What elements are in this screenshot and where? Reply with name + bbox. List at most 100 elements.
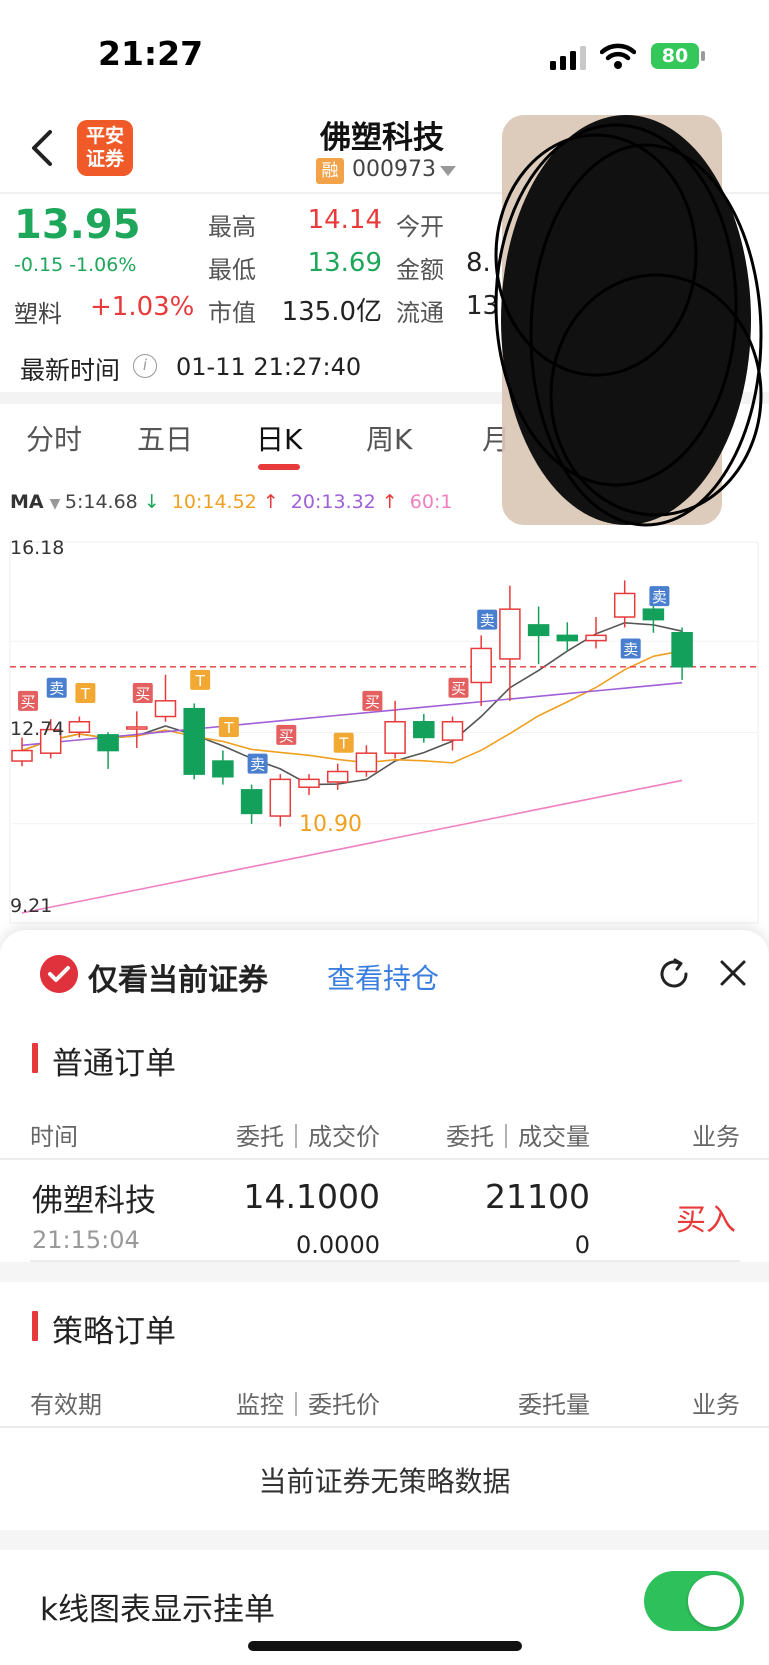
trade-marker-label: 买 (20, 693, 35, 711)
trade-marker-label: 卖 (623, 640, 638, 658)
candle-body (154, 700, 177, 718)
trade-marker-label: 卖 (480, 612, 495, 630)
open-label: 今开 (396, 213, 444, 241)
sector-name[interactable]: 塑料 (14, 294, 62, 329)
ma60-line (21, 779, 683, 914)
order-side: 买入 (676, 1203, 736, 1238)
ma20-value: 20:13.32 (290, 491, 376, 513)
float-label: 流通 (396, 299, 444, 327)
ma5-value: 5:14.68 (64, 491, 138, 513)
broker-logo-text: 平安 证券 (85, 125, 124, 170)
latest-time-label: 最新时间 (20, 356, 121, 385)
candle-body (556, 634, 579, 642)
chevron-down-icon[interactable] (440, 166, 456, 176)
sector-change[interactable]: +1.03% (90, 292, 194, 322)
trade-marker-label: 卖 (652, 588, 667, 606)
ma10-value: 10:14.52 (171, 491, 257, 513)
kline-chart[interactable]: 买卖 T 买TT卖买 T买买卖卖卖 (0, 530, 769, 930)
latest-time-value: 01-11 21:27:40 (176, 353, 362, 381)
candle-body (470, 647, 492, 684)
candle-body (441, 721, 464, 741)
order-fill-price: 0.0000 (296, 1231, 380, 1259)
ma60-value: 60:1 (409, 491, 453, 513)
order-qty: 21100 (485, 1177, 590, 1216)
order-fill-qty: 0 (574, 1231, 590, 1259)
col-time: 时间 (30, 1123, 78, 1151)
section-marker (32, 1043, 38, 1073)
trade-marker-label: 卖 (250, 756, 265, 774)
tab-intraday[interactable]: 分时 (26, 418, 82, 458)
candle-body (11, 749, 33, 762)
ma-legend[interactable]: MA ▼ 5:14.68 ↓ 10:14.52 ↑ 20:13.32 ↑ 60:… (10, 491, 452, 513)
candle-body (413, 721, 435, 739)
divider (0, 1426, 769, 1428)
col-price: 委托｜成交价 (236, 1123, 380, 1151)
candle-body (183, 707, 205, 775)
col-business: 业务 (692, 1123, 740, 1151)
low-value: 13.69 (307, 248, 382, 278)
home-indicator[interactable] (248, 1641, 522, 1651)
normal-orders-title: 普通订单 (52, 1046, 176, 1082)
tab-five-day[interactable]: 五日 (137, 418, 193, 458)
tab-weekly-k[interactable]: 周K (366, 418, 412, 458)
strategy-empty-message: 当前证券无策略数据 (258, 1465, 511, 1498)
info-icon[interactable]: i (133, 354, 157, 378)
col-strategy-qty: 委托量 (518, 1391, 590, 1419)
view-holdings-link[interactable]: 查看持仓 (327, 957, 439, 997)
trade-marker-label: 买 (365, 693, 380, 711)
order-price: 14.1000 (243, 1177, 380, 1216)
wifi-icon (600, 43, 636, 69)
broker-logo: 平安 证券 (77, 120, 133, 176)
candle-body (613, 592, 636, 618)
candle-body (97, 734, 119, 752)
order-time: 21:15:04 (32, 1226, 140, 1254)
col-valid-period: 有效期 (30, 1391, 102, 1419)
tab-daily-k[interactable]: 日K (256, 418, 302, 458)
kline-orders-toggle[interactable] (644, 1571, 744, 1631)
section-separator (0, 1530, 769, 1550)
candle-body (240, 789, 263, 815)
col-qty: 委托｜成交量 (446, 1123, 590, 1151)
stock-code[interactable]: 000973 (352, 157, 436, 182)
chart-min-label: 9.21 (10, 895, 53, 917)
trade-marker-label: 买 (451, 680, 466, 698)
redaction-scribble (494, 115, 763, 527)
section-marker (32, 1311, 38, 1341)
checkbox-checked-icon[interactable] (40, 955, 78, 993)
trade-marker-label: 买 (135, 685, 150, 703)
trade-marker-label: T (195, 672, 206, 690)
candle-body (671, 631, 693, 668)
trade-marker-label: T (223, 719, 234, 737)
section-separator (0, 1262, 769, 1282)
candle-body (355, 752, 378, 773)
candle-body (269, 778, 292, 817)
col-strategy-business: 业务 (692, 1391, 740, 1419)
arrow-up-icon: ↑ (262, 491, 285, 513)
mktcap-value: 135.0亿 (281, 297, 382, 327)
active-tab-indicator (258, 464, 300, 470)
close-icon[interactable] (718, 958, 748, 988)
chart-mid-label: 12.74 (10, 718, 65, 740)
stock-name: 佛塑科技 (320, 120, 444, 156)
ma-label[interactable]: MA (10, 491, 44, 513)
candle-body (384, 721, 406, 754)
amount-label: 金额 (396, 256, 444, 284)
toggle-knob (688, 1575, 740, 1627)
back-icon[interactable] (28, 128, 56, 168)
only-current-toggle[interactable]: 仅看当前证券 (88, 955, 268, 999)
price-change: -0.15 -1.06% (14, 254, 137, 276)
low-price-annotation: 10.90 (299, 812, 362, 837)
cellular-signal-icon (550, 46, 586, 70)
caret-down-icon[interactable]: ▼ (50, 496, 65, 512)
kline-orders-toggle-label: k线图表显示挂单 (40, 1592, 275, 1628)
candle-body (298, 778, 320, 788)
col-monitor-price: 监控｜委托价 (236, 1391, 380, 1419)
candle-body (68, 721, 91, 733)
low-label: 最低 (208, 256, 256, 284)
arrow-up-icon: ↑ (381, 491, 404, 513)
battery-level: 80 (661, 45, 689, 67)
refresh-icon[interactable] (656, 956, 692, 992)
candle-body (499, 608, 521, 660)
candle-body (126, 726, 148, 730)
candle-body (326, 770, 349, 783)
